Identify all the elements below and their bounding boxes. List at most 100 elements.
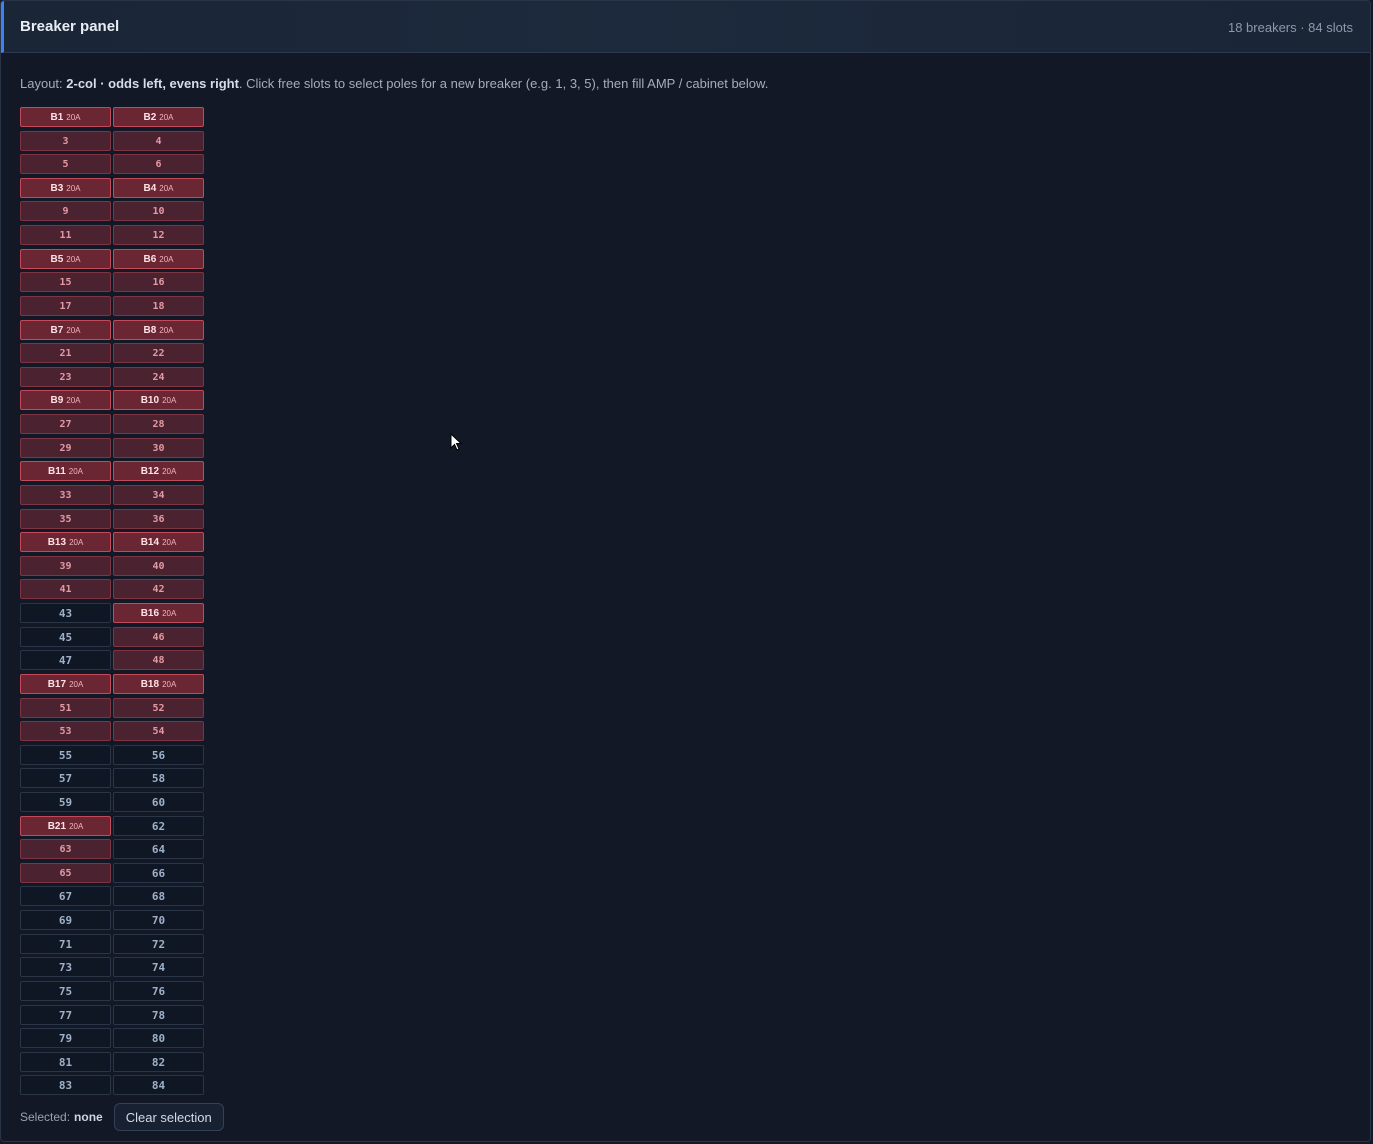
free-slot-45[interactable]: 45 (20, 627, 111, 647)
free-slot-47[interactable]: 47 (20, 650, 111, 670)
free-slot-74[interactable]: 74 (113, 957, 204, 977)
used-slot-42[interactable]: 42 (113, 579, 204, 599)
used-slot-10[interactable]: 10 (113, 201, 204, 221)
breaker-label: B7 (50, 324, 64, 336)
free-slot-43[interactable]: 43 (20, 603, 111, 623)
free-slot-56[interactable]: 56 (113, 745, 204, 765)
used-slot-16[interactable]: 16 (113, 272, 204, 292)
breaker-label: B3 (50, 182, 64, 194)
used-slot-33[interactable]: 33 (20, 485, 111, 505)
free-slot-55[interactable]: 55 (20, 745, 111, 765)
free-slot-57[interactable]: 57 (20, 768, 111, 788)
breaker-amp: 20A (66, 254, 81, 264)
breaker-b9[interactable]: B9 20A (20, 390, 111, 410)
used-slot-18[interactable]: 18 (113, 296, 204, 316)
used-slot-3[interactable]: 3 (20, 131, 111, 151)
free-slot-79[interactable]: 79 (20, 1028, 111, 1048)
used-slot-22[interactable]: 22 (113, 343, 204, 363)
free-slot-66[interactable]: 66 (113, 863, 204, 883)
free-slot-75[interactable]: 75 (20, 981, 111, 1001)
breaker-b3[interactable]: B3 20A (20, 178, 111, 198)
used-slot-39[interactable]: 39 (20, 556, 111, 576)
free-slot-62[interactable]: 62 (113, 816, 204, 836)
used-slot-21[interactable]: 21 (20, 343, 111, 363)
breaker-amp: 20A (159, 254, 174, 264)
used-slot-40[interactable]: 40 (113, 556, 204, 576)
free-slot-70[interactable]: 70 (113, 910, 204, 930)
free-slot-59[interactable]: 59 (20, 792, 111, 812)
breaker-panel-card: Breaker panel 18 breakers · 84 slots Lay… (0, 0, 1371, 1142)
free-slot-82[interactable]: 82 (113, 1052, 204, 1072)
breaker-b14[interactable]: B14 20A (113, 532, 204, 552)
free-slot-80[interactable]: 80 (113, 1028, 204, 1048)
used-slot-4[interactable]: 4 (113, 131, 204, 151)
used-slot-34[interactable]: 34 (113, 485, 204, 505)
used-slot-65[interactable]: 65 (20, 863, 111, 883)
used-slot-23[interactable]: 23 (20, 367, 111, 387)
breaker-label: B13 (47, 536, 67, 548)
breaker-b12[interactable]: B12 20A (113, 461, 204, 481)
breaker-label: B14 (140, 536, 160, 548)
used-slot-30[interactable]: 30 (113, 438, 204, 458)
used-slot-41[interactable]: 41 (20, 579, 111, 599)
used-slot-48[interactable]: 48 (113, 650, 204, 670)
used-slot-29[interactable]: 29 (20, 438, 111, 458)
breaker-b2[interactable]: B2 20A (113, 107, 204, 127)
used-slot-53[interactable]: 53 (20, 721, 111, 741)
breaker-b18[interactable]: B18 20A (113, 674, 204, 694)
breaker-b5[interactable]: B5 20A (20, 249, 111, 269)
used-slot-5[interactable]: 5 (20, 154, 111, 174)
breaker-b6[interactable]: B6 20A (113, 249, 204, 269)
breaker-b10[interactable]: B10 20A (113, 390, 204, 410)
breaker-b1[interactable]: B1 20A (20, 107, 111, 127)
free-slot-60[interactable]: 60 (113, 792, 204, 812)
breaker-b16[interactable]: B16 20A (113, 603, 204, 623)
used-slot-63[interactable]: 63 (20, 839, 111, 859)
breaker-label: B18 (140, 678, 160, 690)
breaker-b8[interactable]: B8 20A (113, 320, 204, 340)
layout-prefix: Layout: (20, 76, 67, 91)
free-slot-83[interactable]: 83 (20, 1075, 111, 1095)
breaker-b17[interactable]: B17 20A (20, 674, 111, 694)
used-slot-6[interactable]: 6 (113, 154, 204, 174)
free-slot-76[interactable]: 76 (113, 981, 204, 1001)
breaker-b7[interactable]: B7 20A (20, 320, 111, 340)
used-slot-27[interactable]: 27 (20, 414, 111, 434)
free-slot-72[interactable]: 72 (113, 934, 204, 954)
free-slot-67[interactable]: 67 (20, 886, 111, 906)
used-slot-11[interactable]: 11 (20, 225, 111, 245)
used-slot-9[interactable]: 9 (20, 201, 111, 221)
used-slot-36[interactable]: 36 (113, 509, 204, 529)
breaker-b13[interactable]: B13 20A (20, 532, 111, 552)
breaker-amp: 20A (162, 537, 177, 547)
used-slot-28[interactable]: 28 (113, 414, 204, 434)
free-slot-71[interactable]: 71 (20, 934, 111, 954)
free-slot-84[interactable]: 84 (113, 1075, 204, 1095)
used-slot-12[interactable]: 12 (113, 225, 204, 245)
free-slot-69[interactable]: 69 (20, 910, 111, 930)
breaker-amp: 20A (66, 325, 81, 335)
used-slot-17[interactable]: 17 (20, 296, 111, 316)
used-slot-51[interactable]: 51 (20, 698, 111, 718)
breaker-amp: 20A (69, 679, 84, 689)
free-slot-73[interactable]: 73 (20, 957, 111, 977)
free-slot-58[interactable]: 58 (113, 768, 204, 788)
breaker-b21[interactable]: B21 20A (20, 816, 111, 836)
used-slot-52[interactable]: 52 (113, 698, 204, 718)
free-slot-68[interactable]: 68 (113, 886, 204, 906)
free-slot-78[interactable]: 78 (113, 1005, 204, 1025)
free-slot-77[interactable]: 77 (20, 1005, 111, 1025)
used-slot-35[interactable]: 35 (20, 509, 111, 529)
used-slot-24[interactable]: 24 (113, 367, 204, 387)
free-slot-81[interactable]: 81 (20, 1052, 111, 1072)
free-slot-64[interactable]: 64 (113, 839, 204, 859)
used-slot-46[interactable]: 46 (113, 627, 204, 647)
used-slot-15[interactable]: 15 (20, 272, 111, 292)
breaker-amp: 20A (66, 183, 81, 193)
breaker-b4[interactable]: B4 20A (113, 178, 204, 198)
panel-header: Breaker panel 18 breakers · 84 slots (1, 1, 1370, 53)
breaker-amp: 20A (159, 112, 174, 122)
clear-selection-button[interactable]: Clear selection (113, 1103, 224, 1131)
breaker-b11[interactable]: B11 20A (20, 461, 111, 481)
used-slot-54[interactable]: 54 (113, 721, 204, 741)
